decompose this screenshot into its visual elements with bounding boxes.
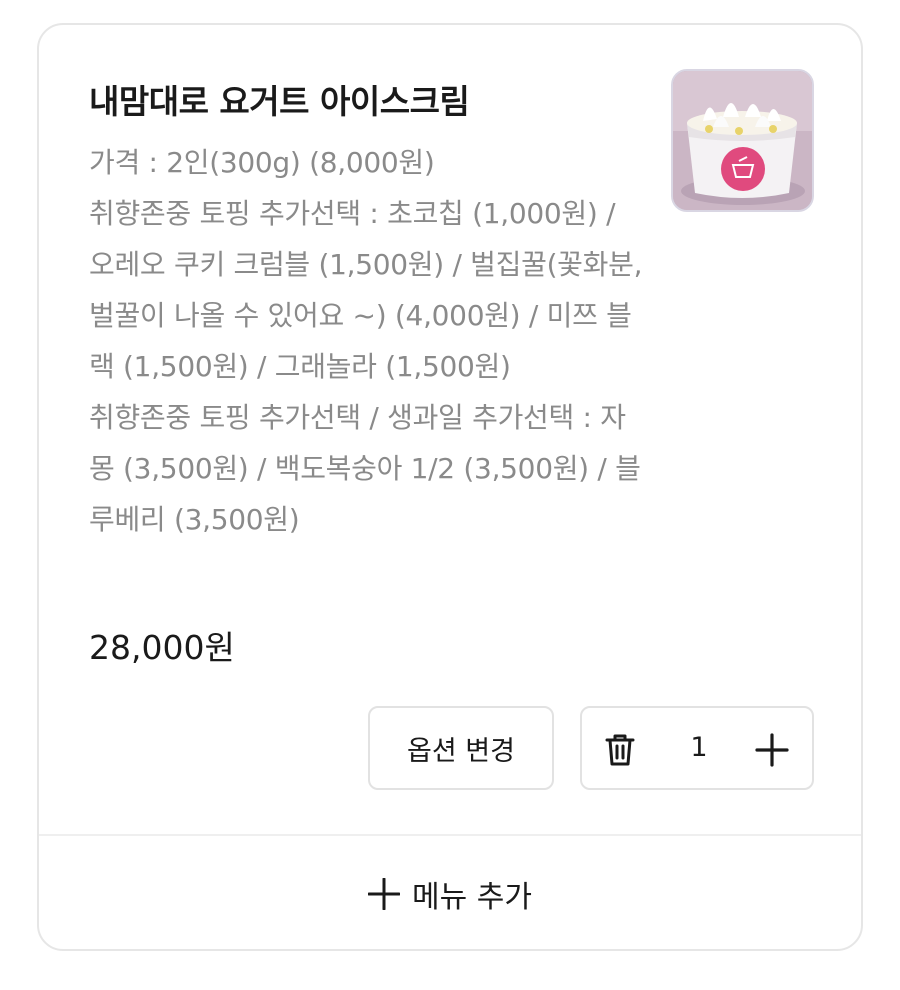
change-option-button[interactable]: 옵션 변경 [368, 706, 554, 790]
add-menu-button[interactable]: 메뉴 추가 [39, 836, 861, 951]
option-fruit: 취향존중 토핑 추가선택 / 생과일 추가선택 : 자몽 (3,500원) / … [89, 401, 641, 536]
plus-icon[interactable] [748, 726, 796, 774]
option-topping: 취향존중 토핑 추가선택 : 초코칩 (1,000원) / 오레오 쿠키 크럼블… [89, 197, 643, 383]
item-thumbnail[interactable] [671, 69, 814, 212]
quantity-stepper: 1 [580, 706, 814, 790]
add-menu-label: 메뉴 추가 [412, 879, 532, 915]
quantity-value: 1 [690, 732, 708, 763]
trash-icon[interactable] [596, 726, 644, 774]
option-price: 가격 : 2인(300g) (8,000원) [89, 146, 435, 179]
yogurt-ice-cream-cup-image [673, 71, 812, 210]
item-title: 내맘대로 요거트 아이스크림 [89, 82, 470, 121]
cart-item-card: 내맘대로 요거트 아이스크림 가격 : 2인(300g) (8,000원) 취향… [37, 23, 863, 951]
item-total-price: 28,000원 [89, 628, 235, 667]
plus-icon [368, 877, 401, 910]
item-options: 가격 : 2인(300g) (8,000원) 취향존중 토핑 추가선택 : 초코… [89, 137, 649, 545]
